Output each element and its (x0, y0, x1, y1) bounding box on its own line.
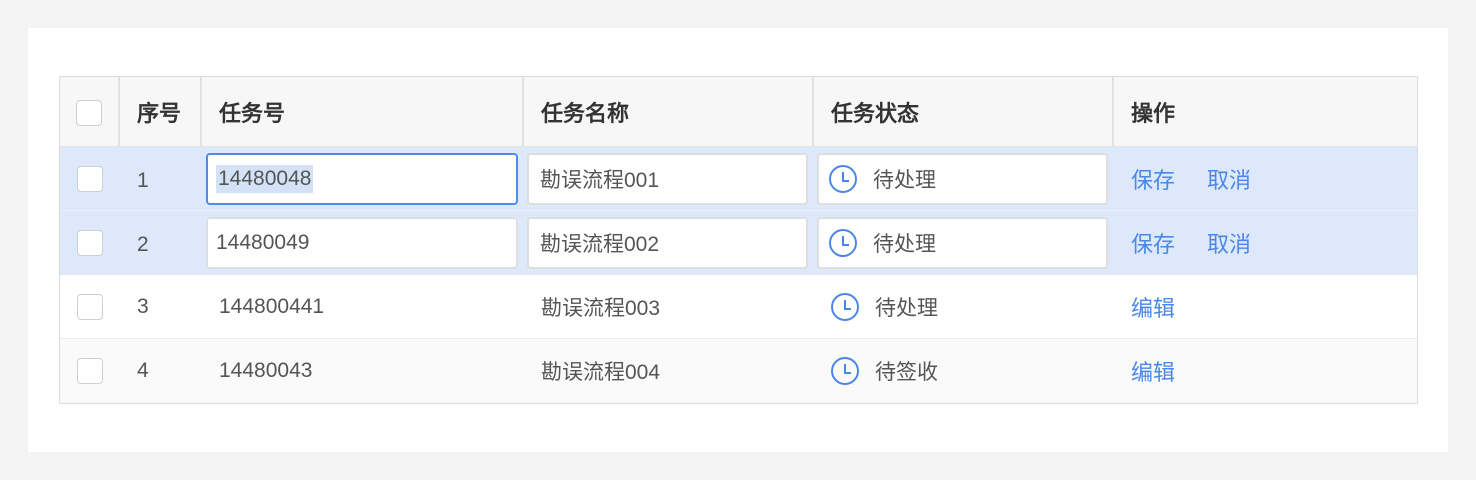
task-id-value: 144800441 (219, 294, 325, 318)
row-checkbox-cell (60, 339, 120, 403)
cancel-button[interactable]: 取消 (1207, 163, 1251, 195)
task-id-value: 14480048 (216, 165, 314, 193)
row-task-status-cell: 待签收 (814, 339, 1114, 403)
header-checkbox-cell (60, 77, 120, 146)
row-ops-cell: 编辑 (1114, 275, 1417, 338)
task-status: 待处理 (831, 292, 938, 322)
task-name-value: 勘误流程003 (541, 296, 661, 320)
row-no-cell: 2 (120, 211, 202, 274)
clock-icon (831, 357, 859, 385)
row-task-name-cell: 勘误流程003 (524, 275, 814, 338)
clock-icon (831, 292, 859, 321)
header-ops: 操作 (1114, 77, 1417, 146)
header-task-id-label: 任务号 (219, 101, 286, 127)
task-status-value: 待处理 (873, 169, 936, 192)
task-name-value: 勘误流程004 (541, 361, 661, 384)
row-no: 4 (137, 359, 149, 382)
row-ops-cell: 保存 取消 (1114, 211, 1417, 274)
task-id-input[interactable]: 14480049 (206, 217, 518, 269)
table-row: 3 144800441 勘误流程003 待处理 编辑 (60, 275, 1417, 339)
header-task-status-label: 任务状态 (831, 101, 920, 127)
row-task-id-cell: 144800441 (202, 275, 524, 338)
task-status-select[interactable]: 待处理 (817, 217, 1108, 269)
task-table: 序号 任务号 任务名称 任务状态 操作 1 14480048 勘误流程001 待… (59, 76, 1418, 404)
task-name-input[interactable]: 勘误流程002 (527, 217, 808, 269)
task-id-value: 14480049 (216, 231, 310, 254)
header-no: 序号 (120, 77, 202, 146)
task-status-value: 待签收 (875, 361, 938, 384)
task-status: 待签收 (831, 356, 938, 386)
task-status-value: 待处理 (875, 296, 938, 320)
row-checkbox-cell (60, 275, 120, 338)
row-no-cell: 1 (120, 147, 202, 210)
save-button[interactable]: 保存 (1131, 227, 1175, 259)
header-task-status: 任务状态 (814, 77, 1114, 146)
select-all-checkbox[interactable] (76, 99, 102, 126)
edit-button[interactable]: 编辑 (1131, 291, 1175, 323)
row-task-id-cell: 14480043 (202, 339, 524, 403)
edit-button[interactable]: 编辑 (1131, 355, 1175, 387)
row-ops-cell: 保存 取消 (1114, 147, 1417, 210)
task-name-value: 勘误流程002 (540, 233, 660, 256)
row-checkbox[interactable] (77, 165, 103, 192)
header-no-label: 序号 (137, 101, 182, 127)
table-row: 1 14480048 勘误流程001 待处理 保存 取消 (60, 147, 1417, 211)
table-header: 序号 任务号 任务名称 任务状态 操作 (60, 77, 1417, 147)
clock-icon (829, 165, 857, 193)
row-checkbox[interactable] (77, 358, 103, 384)
header-ops-label: 操作 (1131, 101, 1176, 127)
row-checkbox-cell (60, 147, 120, 210)
header-task-name-label: 任务名称 (541, 101, 630, 127)
row-task-name-cell: 勘误流程004 (524, 339, 814, 403)
row-no: 2 (137, 232, 149, 256)
row-no-cell: 4 (120, 339, 202, 403)
row-ops-cell: 编辑 (1114, 339, 1417, 403)
row-checkbox[interactable] (77, 293, 103, 320)
save-button[interactable]: 保存 (1131, 163, 1175, 195)
row-checkbox[interactable] (77, 229, 103, 256)
header-task-id: 任务号 (202, 77, 524, 146)
task-status-value: 待处理 (873, 233, 936, 256)
row-no: 3 (137, 294, 149, 318)
task-name-value: 勘误流程001 (540, 169, 660, 192)
task-id-input[interactable]: 14480048 (206, 153, 518, 205)
row-checkbox-cell (60, 211, 120, 274)
row-task-status-cell: 待处理 (814, 275, 1114, 338)
task-name-input[interactable]: 勘误流程001 (527, 153, 808, 205)
cancel-button[interactable]: 取消 (1207, 227, 1251, 259)
table-row: 4 14480043 勘误流程004 待签收 编辑 (60, 339, 1417, 403)
row-no: 1 (137, 168, 149, 192)
content-panel: 序号 任务号 任务名称 任务状态 操作 1 14480048 勘误流程001 待… (28, 28, 1448, 452)
task-id-value: 14480043 (219, 359, 313, 382)
clock-icon (829, 229, 857, 257)
table-row: 2 14480049 勘误流程002 待处理 保存 取消 (60, 211, 1417, 275)
task-status-select[interactable]: 待处理 (817, 153, 1108, 205)
header-task-name: 任务名称 (524, 77, 814, 146)
row-no-cell: 3 (120, 275, 202, 338)
